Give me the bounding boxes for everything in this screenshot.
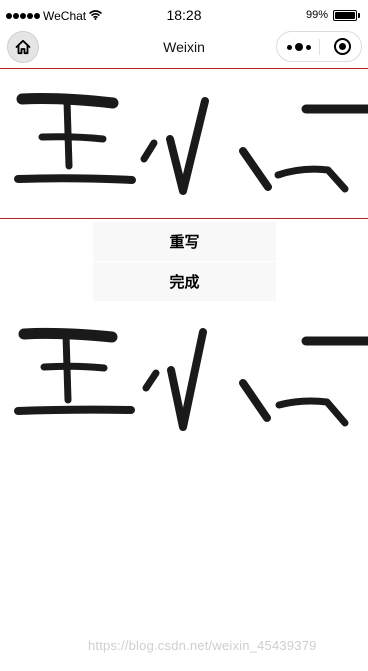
battery-percent: 99% (305, 9, 328, 21)
capsule-divider (319, 39, 320, 55)
rewrite-button[interactable]: 重写 (93, 222, 276, 261)
nav-bar: Weixin (0, 30, 368, 68)
battery-icon (333, 9, 357, 21)
status-right: 99% (306, 9, 360, 21)
signature-canvas[interactable] (0, 68, 368, 219)
target-icon[interactable] (334, 38, 351, 55)
watermark: https://blog.csdn.net/weixin_45439379 (88, 638, 317, 653)
battery-cap (358, 12, 360, 18)
signature-page: WeChat 18:28 99% Weixin 重写 完成 https://bl… (0, 0, 368, 671)
more-icon[interactable] (287, 40, 321, 54)
status-bar: WeChat 18:28 99% (0, 0, 368, 30)
capsule-menu (276, 31, 362, 62)
canvas-handwriting (14, 93, 368, 195)
signature-preview-image (14, 327, 368, 431)
done-button[interactable]: 完成 (93, 262, 276, 301)
